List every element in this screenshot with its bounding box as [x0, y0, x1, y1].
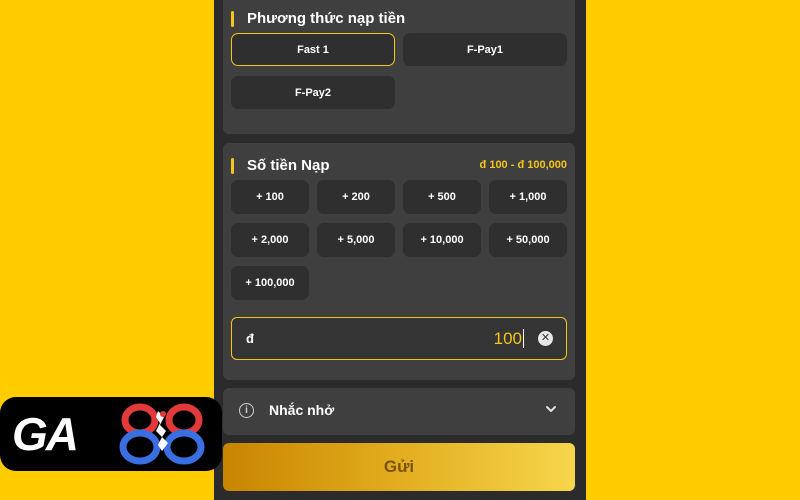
- quick-amount-50000[interactable]: + 50,000: [489, 223, 567, 257]
- reminder-section[interactable]: i Nhắc nhở: [223, 388, 575, 435]
- quick-amount-10000[interactable]: + 10,000: [403, 223, 481, 257]
- clear-icon[interactable]: ✕: [538, 331, 553, 346]
- quick-amount-100000[interactable]: + 100,000: [231, 266, 309, 300]
- info-icon: i: [239, 403, 254, 418]
- logo-text: GA: [12, 408, 79, 460]
- quick-amount-5000[interactable]: + 5,000: [317, 223, 395, 257]
- reminder-label: Nhắc nhở: [269, 402, 335, 418]
- amount-input[interactable]: đ 100 ✕: [231, 317, 567, 360]
- logo-88-icon: [119, 403, 205, 465]
- chevron-down-icon[interactable]: [545, 403, 557, 415]
- amount-range: đ 100 - đ 100,000: [479, 159, 567, 171]
- amount-value[interactable]: 100: [494, 329, 522, 349]
- deposit-amount-title: Số tiền Nạp: [231, 157, 330, 175]
- method-option-fast1[interactable]: Fast 1: [231, 33, 395, 66]
- text-caret: [523, 329, 524, 348]
- submit-button[interactable]: Gửi: [223, 443, 575, 491]
- quick-amount-200[interactable]: + 200: [317, 180, 395, 214]
- method-option-fpay2[interactable]: F-Pay2: [231, 76, 395, 109]
- quick-amount-500[interactable]: + 500: [403, 180, 481, 214]
- quick-amount-1000[interactable]: + 1,000: [489, 180, 567, 214]
- payment-method-title: Phương thức nạp tiền: [231, 10, 405, 28]
- ga88-logo: GA: [0, 397, 222, 471]
- method-option-fpay1[interactable]: F-Pay1: [403, 33, 567, 66]
- payment-method-section: Phương thức nạp tiền Fast 1 F-Pay1 F-Pay…: [223, 0, 575, 134]
- quick-amount-100[interactable]: + 100: [231, 180, 309, 214]
- quick-amount-2000[interactable]: + 2,000: [231, 223, 309, 257]
- currency-symbol: đ: [246, 331, 254, 346]
- deposit-amount-section: Số tiền Nạp đ 100 - đ 100,000 + 100 + 20…: [223, 143, 575, 380]
